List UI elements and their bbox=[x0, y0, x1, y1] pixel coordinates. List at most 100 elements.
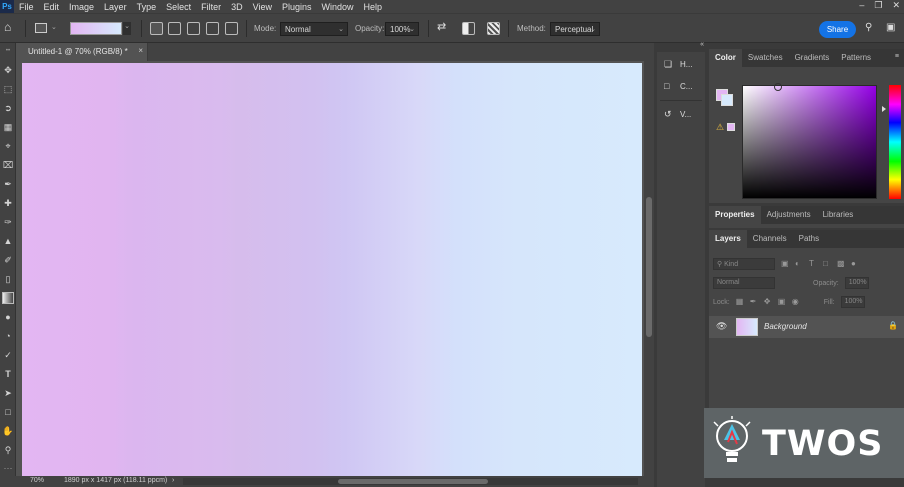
filter-shape-icon[interactable]: □ bbox=[823, 260, 831, 268]
gradient-dropdown-icon[interactable]: ⌄ bbox=[123, 22, 131, 35]
minimize-icon[interactable]: – bbox=[859, 0, 864, 11]
dither-button[interactable] bbox=[462, 22, 475, 35]
more-tools-icon[interactable]: ⋯ bbox=[2, 462, 14, 474]
lock-icon[interactable]: 🔒 bbox=[888, 321, 898, 330]
move-tool-icon[interactable]: ✥ bbox=[2, 64, 14, 76]
layer-row[interactable]: 👁 Background 🔒 bbox=[709, 316, 904, 338]
lock-transparent-icon[interactable]: ▦ bbox=[736, 298, 744, 306]
tab-color[interactable]: Color bbox=[709, 49, 742, 67]
transparency-button[interactable] bbox=[487, 22, 500, 35]
filter-smart-object-icon[interactable]: ▩ bbox=[837, 260, 845, 268]
menu-layer[interactable]: Layer bbox=[99, 2, 132, 12]
frame-tool-icon[interactable]: ⌧ bbox=[2, 159, 14, 171]
lock-position-icon[interactable]: ✥ bbox=[764, 298, 772, 306]
tab-layers[interactable]: Layers bbox=[709, 230, 747, 248]
vertical-scrollbar[interactable] bbox=[644, 61, 654, 476]
object-selection-tool-icon[interactable]: ▦ bbox=[2, 121, 14, 133]
collapse-panels-icon[interactable]: « bbox=[700, 41, 704, 48]
menu-help[interactable]: Help bbox=[359, 2, 388, 12]
filter-pixel-icon[interactable]: ▣ bbox=[781, 260, 789, 268]
menu-filter[interactable]: Filter bbox=[196, 2, 226, 12]
lock-artboard-icon[interactable]: ▣ bbox=[778, 298, 786, 306]
eyedropper-tool-icon[interactable]: ✒ bbox=[2, 178, 14, 190]
menu-image[interactable]: Image bbox=[64, 2, 99, 12]
dodge-tool-icon[interactable]: ◔ bbox=[2, 330, 14, 342]
restore-icon[interactable]: ❐ bbox=[874, 0, 882, 11]
menu-file[interactable]: File bbox=[14, 2, 39, 12]
lock-all-icon[interactable]: ◉ bbox=[792, 298, 800, 306]
tab-libraries[interactable]: Libraries bbox=[817, 206, 860, 224]
history-panel-button[interactable]: ❏ H... bbox=[657, 53, 705, 75]
gamut-color-swatch[interactable] bbox=[727, 123, 735, 131]
workspace-icon[interactable]: ▣ bbox=[886, 22, 898, 39]
horizontal-scroll-thumb[interactable] bbox=[338, 479, 488, 484]
tab-paths[interactable]: Paths bbox=[793, 230, 825, 248]
document-canvas[interactable] bbox=[22, 63, 642, 476]
home-icon[interactable]: ⌂ bbox=[4, 20, 20, 37]
brush-tool-icon[interactable]: ✑ bbox=[2, 216, 14, 228]
vertical-scroll-thumb[interactable] bbox=[646, 197, 652, 337]
menu-edit[interactable]: Edit bbox=[39, 2, 65, 12]
crop-tool-icon[interactable]: ⌖ bbox=[2, 140, 14, 152]
path-selection-tool-icon[interactable]: ➤ bbox=[2, 387, 14, 399]
panel-menu-icon[interactable]: ≡ bbox=[895, 53, 899, 60]
color-picker-cursor[interactable] bbox=[774, 83, 782, 91]
gradient-tool-icon[interactable] bbox=[2, 292, 14, 304]
menu-plugins[interactable]: Plugins bbox=[277, 2, 317, 12]
lasso-tool-icon[interactable]: ➲ bbox=[2, 102, 14, 114]
filter-type-icon[interactable]: T bbox=[809, 260, 817, 268]
tab-gradients[interactable]: Gradients bbox=[789, 49, 836, 67]
horizontal-scrollbar[interactable] bbox=[183, 478, 638, 485]
tool-preset-picker[interactable]: ⌄ bbox=[33, 20, 59, 37]
background-color-swatch[interactable] bbox=[721, 94, 733, 106]
hue-slider-pointer[interactable] bbox=[882, 106, 886, 112]
tab-swatches[interactable]: Swatches bbox=[742, 49, 789, 67]
reflected-gradient-button[interactable] bbox=[206, 22, 219, 35]
zoom-level[interactable]: 70% bbox=[30, 477, 44, 484]
healing-brush-tool-icon[interactable]: ✚ bbox=[2, 197, 14, 209]
menu-view[interactable]: View bbox=[248, 2, 277, 12]
radial-gradient-button[interactable] bbox=[168, 22, 181, 35]
tab-channels[interactable]: Channels bbox=[747, 230, 793, 248]
clone-stamp-tool-icon[interactable]: ▲ bbox=[2, 235, 14, 247]
tab-adjustments[interactable]: Adjustments bbox=[761, 206, 817, 224]
menu-type[interactable]: Type bbox=[132, 2, 162, 12]
visibility-eye-icon[interactable]: 👁 bbox=[716, 321, 727, 332]
linear-gradient-button[interactable] bbox=[150, 22, 163, 35]
color-field[interactable] bbox=[742, 83, 877, 199]
hue-slider[interactable] bbox=[882, 85, 901, 199]
method-dropdown[interactable]: Perceptual ⌄ bbox=[550, 22, 600, 36]
zoom-tool-icon[interactable]: ⚲ bbox=[2, 444, 14, 456]
menu-select[interactable]: Select bbox=[161, 2, 196, 12]
diamond-gradient-button[interactable] bbox=[225, 22, 238, 35]
type-tool-icon[interactable]: T bbox=[2, 368, 14, 380]
lock-image-icon[interactable]: ✒ bbox=[750, 298, 758, 306]
comments-panel-button[interactable]: □ C... bbox=[657, 75, 705, 97]
version-history-panel-button[interactable]: ↺ V... bbox=[657, 103, 705, 125]
fill-input[interactable]: 100% bbox=[840, 296, 865, 308]
tab-patterns[interactable]: Patterns bbox=[835, 49, 877, 67]
marquee-tool-icon[interactable]: ⬚ bbox=[2, 83, 14, 95]
close-window-icon[interactable]: ✕ bbox=[892, 0, 900, 11]
share-button[interactable]: Share bbox=[819, 21, 856, 38]
layer-opacity-input[interactable]: 100% bbox=[844, 277, 869, 289]
filter-toggle-icon[interactable]: ● bbox=[851, 260, 859, 268]
blend-mode-dropdown[interactable]: Normal bbox=[713, 277, 775, 289]
gradient-picker[interactable]: ⌄ bbox=[70, 20, 132, 37]
layer-filter-dropdown[interactable]: ⚲ Kind bbox=[713, 258, 775, 270]
document-tab[interactable]: Untitled-1 @ 70% (RGB/8) * × bbox=[21, 43, 148, 61]
blur-tool-icon[interactable]: ● bbox=[2, 311, 14, 323]
layer-name[interactable]: Background bbox=[764, 322, 807, 331]
shape-tool-icon[interactable]: □ bbox=[2, 406, 14, 418]
hand-tool-icon[interactable]: ✋ bbox=[2, 425, 14, 437]
eraser-tool-icon[interactable]: ▯ bbox=[2, 273, 14, 285]
pen-tool-icon[interactable]: ✓ bbox=[2, 349, 14, 361]
gradient-preview[interactable] bbox=[70, 22, 122, 35]
history-brush-tool-icon[interactable]: ✐ bbox=[2, 254, 14, 266]
menu-window[interactable]: Window bbox=[317, 2, 359, 12]
mode-dropdown[interactable]: Normal ⌄ bbox=[280, 22, 348, 36]
menu-3d[interactable]: 3D bbox=[226, 2, 248, 12]
search-icon[interactable]: ⚲ bbox=[865, 22, 877, 39]
filter-adjustment-icon[interactable]: ◐ bbox=[795, 260, 803, 268]
angle-gradient-button[interactable] bbox=[187, 22, 200, 35]
